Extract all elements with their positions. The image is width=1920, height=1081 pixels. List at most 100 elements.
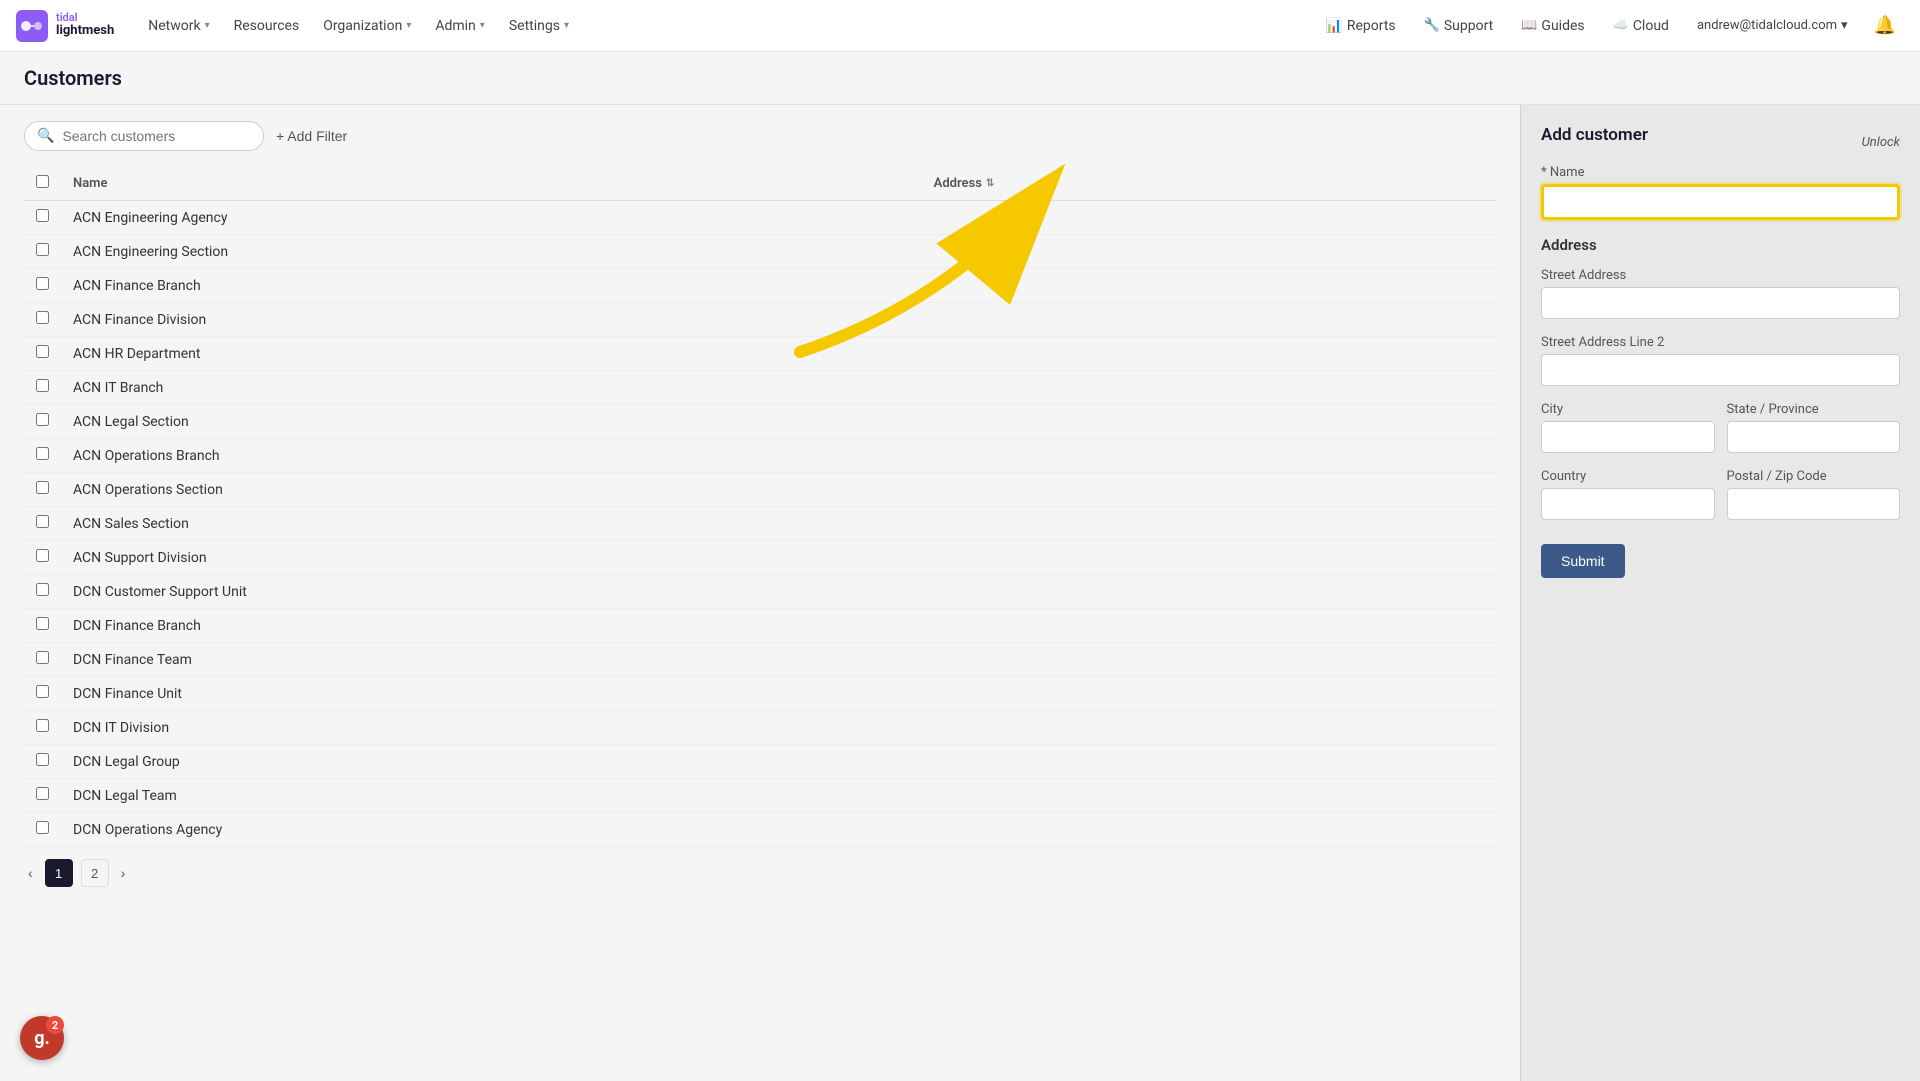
row-checkbox[interactable] xyxy=(36,821,49,834)
row-name: ACN Engineering Agency xyxy=(61,201,922,235)
nav-right: 📊 Reports 🔧 Support 📖 Guides ☁️ Cloud an… xyxy=(1315,11,1904,40)
table-row: DCN Customer Support Unit xyxy=(24,575,1496,609)
row-name: ACN Operations Section xyxy=(61,473,922,507)
state-group: State / Province xyxy=(1727,402,1901,453)
page-2-button[interactable]: 2 xyxy=(81,859,109,887)
postal-input[interactable] xyxy=(1727,488,1901,520)
name-column-header: Name xyxy=(61,167,922,201)
search-box[interactable]: 🔍 xyxy=(24,121,264,151)
pagination: ‹ 1 2 › xyxy=(24,847,1496,899)
row-address xyxy=(922,711,1496,745)
row-checkbox[interactable] xyxy=(36,345,49,358)
search-input[interactable] xyxy=(62,128,251,144)
notifications-button[interactable]: 🔔 xyxy=(1866,11,1904,40)
chevron-down-icon: ▾ xyxy=(1841,18,1848,33)
logo[interactable]: tidal lightmesh xyxy=(16,10,114,42)
city-input[interactable] xyxy=(1541,421,1715,453)
row-name: ACN Finance Branch xyxy=(61,269,922,303)
row-checkbox[interactable] xyxy=(36,549,49,562)
row-checkbox[interactable] xyxy=(36,277,49,290)
unlock-label: Unlock xyxy=(1862,135,1900,150)
nav-network[interactable]: Network ▾ xyxy=(138,12,219,40)
row-checkbox[interactable] xyxy=(36,515,49,528)
name-form-group: * Name xyxy=(1541,165,1900,220)
row-checkbox-cell xyxy=(24,745,61,779)
row-checkbox-cell xyxy=(24,473,61,507)
row-checkbox[interactable] xyxy=(36,787,49,800)
row-address xyxy=(922,303,1496,337)
row-name: DCN Legal Team xyxy=(61,779,922,813)
right-panel: Add customer Unlock * Name Address Stree… xyxy=(1520,105,1920,1081)
nav-admin[interactable]: Admin ▾ xyxy=(425,12,494,40)
row-name: DCN Finance Branch xyxy=(61,609,922,643)
row-checkbox[interactable] xyxy=(36,685,49,698)
row-address xyxy=(922,507,1496,541)
table-row: ACN Operations Branch xyxy=(24,439,1496,473)
nav-settings[interactable]: Settings ▾ xyxy=(499,12,579,40)
table-row: ACN Finance Branch xyxy=(24,269,1496,303)
chevron-down-icon: ▾ xyxy=(480,20,485,31)
row-name: DCN Operations Agency xyxy=(61,813,922,847)
street-address-2-input[interactable] xyxy=(1541,354,1900,386)
row-checkbox-cell xyxy=(24,541,61,575)
country-input[interactable] xyxy=(1541,488,1715,520)
grader-badge[interactable]: g. 2 xyxy=(20,1016,64,1060)
row-checkbox[interactable] xyxy=(36,243,49,256)
row-checkbox-cell xyxy=(24,507,61,541)
nav-organization[interactable]: Organization ▾ xyxy=(313,12,421,40)
row-address xyxy=(922,439,1496,473)
row-address xyxy=(922,779,1496,813)
postal-label: Postal / Zip Code xyxy=(1727,469,1901,484)
row-checkbox[interactable] xyxy=(36,481,49,494)
add-filter-button[interactable]: + Add Filter xyxy=(276,128,347,144)
row-name: DCN IT Division xyxy=(61,711,922,745)
grader-badge-count: 2 xyxy=(46,1016,64,1034)
name-input[interactable] xyxy=(1541,184,1900,220)
row-checkbox[interactable] xyxy=(36,413,49,426)
country-label: Country xyxy=(1541,469,1715,484)
city-label: City xyxy=(1541,402,1715,417)
page-1-button[interactable]: 1 xyxy=(45,859,73,887)
street-address-label: Street Address xyxy=(1541,268,1900,283)
row-name: ACN Sales Section xyxy=(61,507,922,541)
row-name: ACN Legal Section xyxy=(61,405,922,439)
row-checkbox[interactable] xyxy=(36,651,49,664)
row-checkbox-cell xyxy=(24,405,61,439)
select-all-checkbox[interactable] xyxy=(36,175,49,188)
wrench-icon: 🔧 xyxy=(1424,18,1440,33)
row-name: ACN Finance Division xyxy=(61,303,922,337)
table-row: ACN Operations Section xyxy=(24,473,1496,507)
state-input[interactable] xyxy=(1727,421,1901,453)
row-checkbox[interactable] xyxy=(36,583,49,596)
nav-cloud[interactable]: ☁️ Cloud xyxy=(1603,12,1679,40)
next-page-button[interactable]: › xyxy=(117,861,130,885)
row-checkbox[interactable] xyxy=(36,719,49,732)
nav-resources[interactable]: Resources xyxy=(224,12,310,40)
nav-reports[interactable]: 📊 Reports xyxy=(1315,12,1405,40)
table-row: ACN Support Division xyxy=(24,541,1496,575)
row-address xyxy=(922,541,1496,575)
row-checkbox[interactable] xyxy=(36,753,49,766)
row-name: ACN Operations Branch xyxy=(61,439,922,473)
city-state-row: City State / Province xyxy=(1541,402,1900,469)
prev-page-button[interactable]: ‹ xyxy=(24,861,37,885)
submit-button[interactable]: Submit xyxy=(1541,544,1625,578)
row-checkbox-cell xyxy=(24,337,61,371)
table-row: DCN Legal Team xyxy=(24,779,1496,813)
row-checkbox[interactable] xyxy=(36,311,49,324)
row-checkbox[interactable] xyxy=(36,617,49,630)
row-checkbox[interactable] xyxy=(36,379,49,392)
row-address xyxy=(922,745,1496,779)
chevron-down-icon: ▾ xyxy=(205,20,210,31)
nav-user[interactable]: andrew@tidalcloud.com ▾ xyxy=(1687,12,1858,39)
street-address-input[interactable] xyxy=(1541,287,1900,319)
row-checkbox-cell xyxy=(24,779,61,813)
row-checkbox-cell xyxy=(24,711,61,745)
nav-support[interactable]: 🔧 Support xyxy=(1414,12,1504,40)
row-checkbox-cell xyxy=(24,303,61,337)
nav-guides[interactable]: 📖 Guides xyxy=(1511,12,1594,40)
row-address xyxy=(922,405,1496,439)
row-checkbox[interactable] xyxy=(36,447,49,460)
row-checkbox[interactable] xyxy=(36,209,49,222)
row-checkbox-cell xyxy=(24,201,61,235)
